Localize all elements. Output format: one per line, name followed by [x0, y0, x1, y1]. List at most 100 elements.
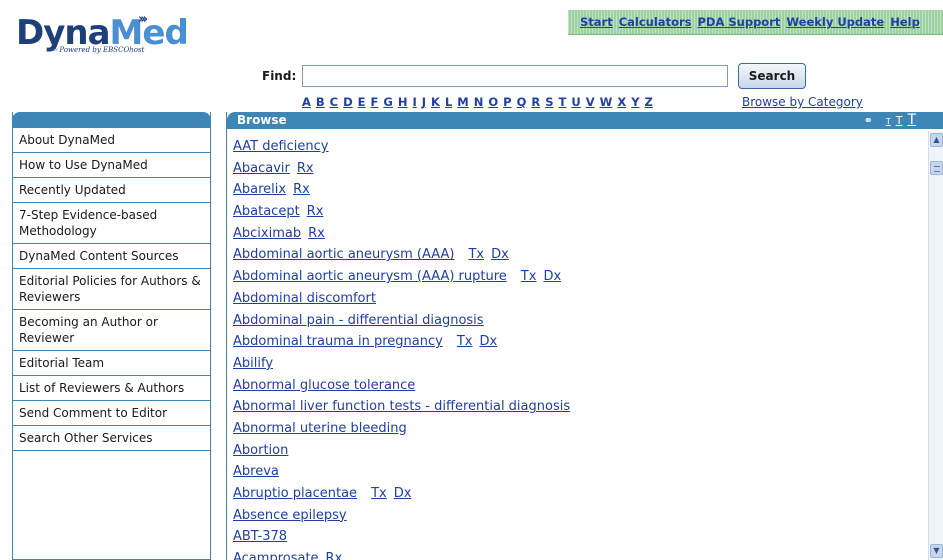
alpha-link-z[interactable]: Z — [645, 95, 653, 109]
rx-link[interactable]: Rx — [307, 204, 324, 219]
sidebar-item-about-dynamed[interactable]: About DynaMed — [13, 128, 210, 153]
rx-link[interactable]: Rx — [297, 161, 314, 176]
alpha-link-q[interactable]: Q — [517, 95, 527, 109]
rx-link[interactable]: Rx — [308, 226, 325, 241]
sidebar-item-search-other-services[interactable]: Search Other Services — [13, 426, 210, 451]
list-item: ABT-378 — [233, 526, 923, 548]
alpha-link-e[interactable]: E — [358, 95, 366, 109]
alpha-link-v[interactable]: V — [586, 95, 595, 109]
alpha-link-h[interactable]: H — [398, 95, 408, 109]
topic-link[interactable]: AAT deficiency — [233, 139, 329, 154]
link-icon[interactable]: ⚭ — [864, 114, 873, 127]
search-input[interactable] — [302, 65, 728, 87]
alpha-link-r[interactable]: R — [531, 95, 540, 109]
topic-link[interactable]: Abilify — [233, 356, 273, 371]
alpha-link-u[interactable]: U — [571, 95, 580, 109]
alpha-link-f[interactable]: F — [371, 95, 379, 109]
sidebar-item-dynamed-content-sources[interactable]: DynaMed Content Sources — [13, 244, 210, 269]
sidebar-item-list-of-reviewers-authors[interactable]: List of Reviewers & Authors — [13, 376, 210, 401]
list-item: Abdominal trauma in pregnancy Tx Dx — [233, 331, 923, 353]
topic-link[interactable]: Abdominal trauma in pregnancy — [233, 334, 443, 349]
top-navigation: Start Calculators PDA Support Weekly Upd… — [568, 10, 943, 35]
alpha-link-d[interactable]: D — [343, 95, 353, 109]
alpha-link-x[interactable]: X — [617, 95, 626, 109]
topic-link[interactable]: Abdominal aortic aneurysm (AAA) rupture — [233, 269, 507, 284]
topic-link[interactable]: Abortion — [233, 443, 288, 458]
alpha-link-i[interactable]: I — [412, 95, 416, 109]
scroll-down-icon[interactable]: ▼ — [930, 544, 943, 558]
topic-link[interactable]: Abatacept — [233, 204, 300, 219]
alpha-link-p[interactable]: P — [503, 95, 511, 109]
scroll-up-icon[interactable]: ▲ — [930, 133, 943, 147]
topic-link[interactable]: ABT-378 — [233, 529, 287, 544]
tx-link[interactable]: Tx — [468, 247, 484, 262]
rx-link[interactable]: Rx — [326, 551, 343, 560]
scroll-thumb[interactable] — [930, 161, 943, 175]
topic-link[interactable]: Abciximab — [233, 226, 301, 241]
sidebar-item-send-comment-to-editor[interactable]: Send Comment to Editor — [13, 401, 210, 426]
alpha-link-j[interactable]: J — [422, 95, 426, 109]
nav-weekly-update[interactable]: Weekly Update — [786, 15, 884, 29]
tx-link[interactable]: Tx — [521, 269, 537, 284]
topic-link[interactable]: Abacavir — [233, 161, 290, 176]
alpha-link-t[interactable]: T — [559, 95, 567, 109]
text-size-small-button[interactable]: T — [886, 117, 891, 126]
sidebar-item-7-step-evidence-based-methodology[interactable]: 7-Step Evidence-based Methodology — [13, 203, 210, 244]
alpha-link-o[interactable]: O — [488, 95, 498, 109]
text-size-large-button[interactable]: T — [907, 112, 916, 128]
dynamed-logo[interactable]: DynaMed ››› ‹‹‹ Powered by EBSCOhost — [16, 12, 196, 64]
chevron-left-icon: ‹‹‹ — [52, 46, 58, 54]
alpha-link-c[interactable]: C — [330, 95, 338, 109]
sidebar-item-editorial-policies-for-authors-reviewers[interactable]: Editorial Policies for Authors & Reviewe… — [13, 269, 210, 310]
nav-pda-support[interactable]: PDA Support — [697, 15, 780, 29]
list-item: Abnormal liver function tests - differen… — [233, 396, 923, 418]
alpha-link-n[interactable]: N — [474, 95, 484, 109]
tx-link[interactable]: Tx — [457, 334, 473, 349]
vertical-scrollbar[interactable]: ▲ ▼ — [928, 131, 943, 560]
search-button[interactable]: Search — [738, 63, 806, 89]
rx-link[interactable]: Rx — [293, 182, 310, 197]
topic-link[interactable]: Acamprosate — [233, 551, 319, 560]
dx-link[interactable]: Dx — [479, 334, 497, 349]
sidebar-item-editorial-team[interactable]: Editorial Team — [13, 351, 210, 376]
find-label: Find: — [262, 69, 297, 83]
alpha-link-w[interactable]: W — [600, 95, 613, 109]
topic-link[interactable]: Abreva — [233, 464, 279, 479]
sidebar-item-recently-updated[interactable]: Recently Updated — [13, 178, 210, 203]
alpha-link-m[interactable]: M — [457, 95, 468, 109]
alpha-link-k[interactable]: K — [431, 95, 440, 109]
list-item: Abdominal pain - differential diagnosis — [233, 310, 923, 332]
sidebar-item-how-to-use-dynamed[interactable]: How to Use DynaMed — [13, 153, 210, 178]
nav-start[interactable]: Start — [580, 15, 613, 29]
topic-link[interactable]: Abruptio placentae — [233, 486, 357, 501]
nav-help[interactable]: Help — [890, 15, 920, 29]
alpha-link-b[interactable]: B — [316, 95, 325, 109]
list-item: Absence epilepsy — [233, 505, 923, 527]
nav-calculators[interactable]: Calculators — [619, 15, 692, 29]
dx-link[interactable]: Dx — [394, 486, 412, 501]
list-item: Abilify — [233, 353, 923, 375]
browse-by-category-link[interactable]: Browse by Category — [742, 95, 863, 109]
topic-link[interactable]: Abarelix — [233, 182, 286, 197]
alpha-link-l[interactable]: L — [445, 95, 452, 109]
list-item: Abortion — [233, 440, 923, 462]
topic-link[interactable]: Absence epilepsy — [233, 508, 347, 523]
topic-link[interactable]: Abdominal discomfort — [233, 291, 376, 306]
topic-link[interactable]: Abnormal glucose tolerance — [233, 378, 415, 393]
alpha-link-g[interactable]: G — [383, 95, 392, 109]
text-size-medium-button[interactable]: T — [896, 114, 903, 127]
topic-link[interactable]: Abnormal uterine bleeding — [233, 421, 407, 436]
tx-link[interactable]: Tx — [371, 486, 387, 501]
dx-link[interactable]: Dx — [491, 247, 509, 262]
sidebar-item-becoming-an-author-or-reviewer[interactable]: Becoming an Author or Reviewer — [13, 310, 210, 351]
topic-link[interactable]: Abdominal pain - differential diagnosis — [233, 313, 484, 328]
alpha-link-y[interactable]: Y — [631, 95, 639, 109]
dx-link[interactable]: Dx — [543, 269, 561, 284]
topic-link[interactable]: Abnormal liver function tests - differen… — [233, 399, 570, 414]
alpha-link-s[interactable]: S — [545, 95, 553, 109]
list-item: Abdominal aortic aneurysm (AAA) rupture T… — [233, 266, 923, 288]
list-item: Abarelix Rx — [233, 179, 923, 201]
alpha-link-a[interactable]: A — [302, 95, 311, 109]
topic-link[interactable]: Abdominal aortic aneurysm (AAA) — [233, 247, 454, 262]
logo-tagline-text: Powered by EBSCOhost — [59, 46, 145, 54]
